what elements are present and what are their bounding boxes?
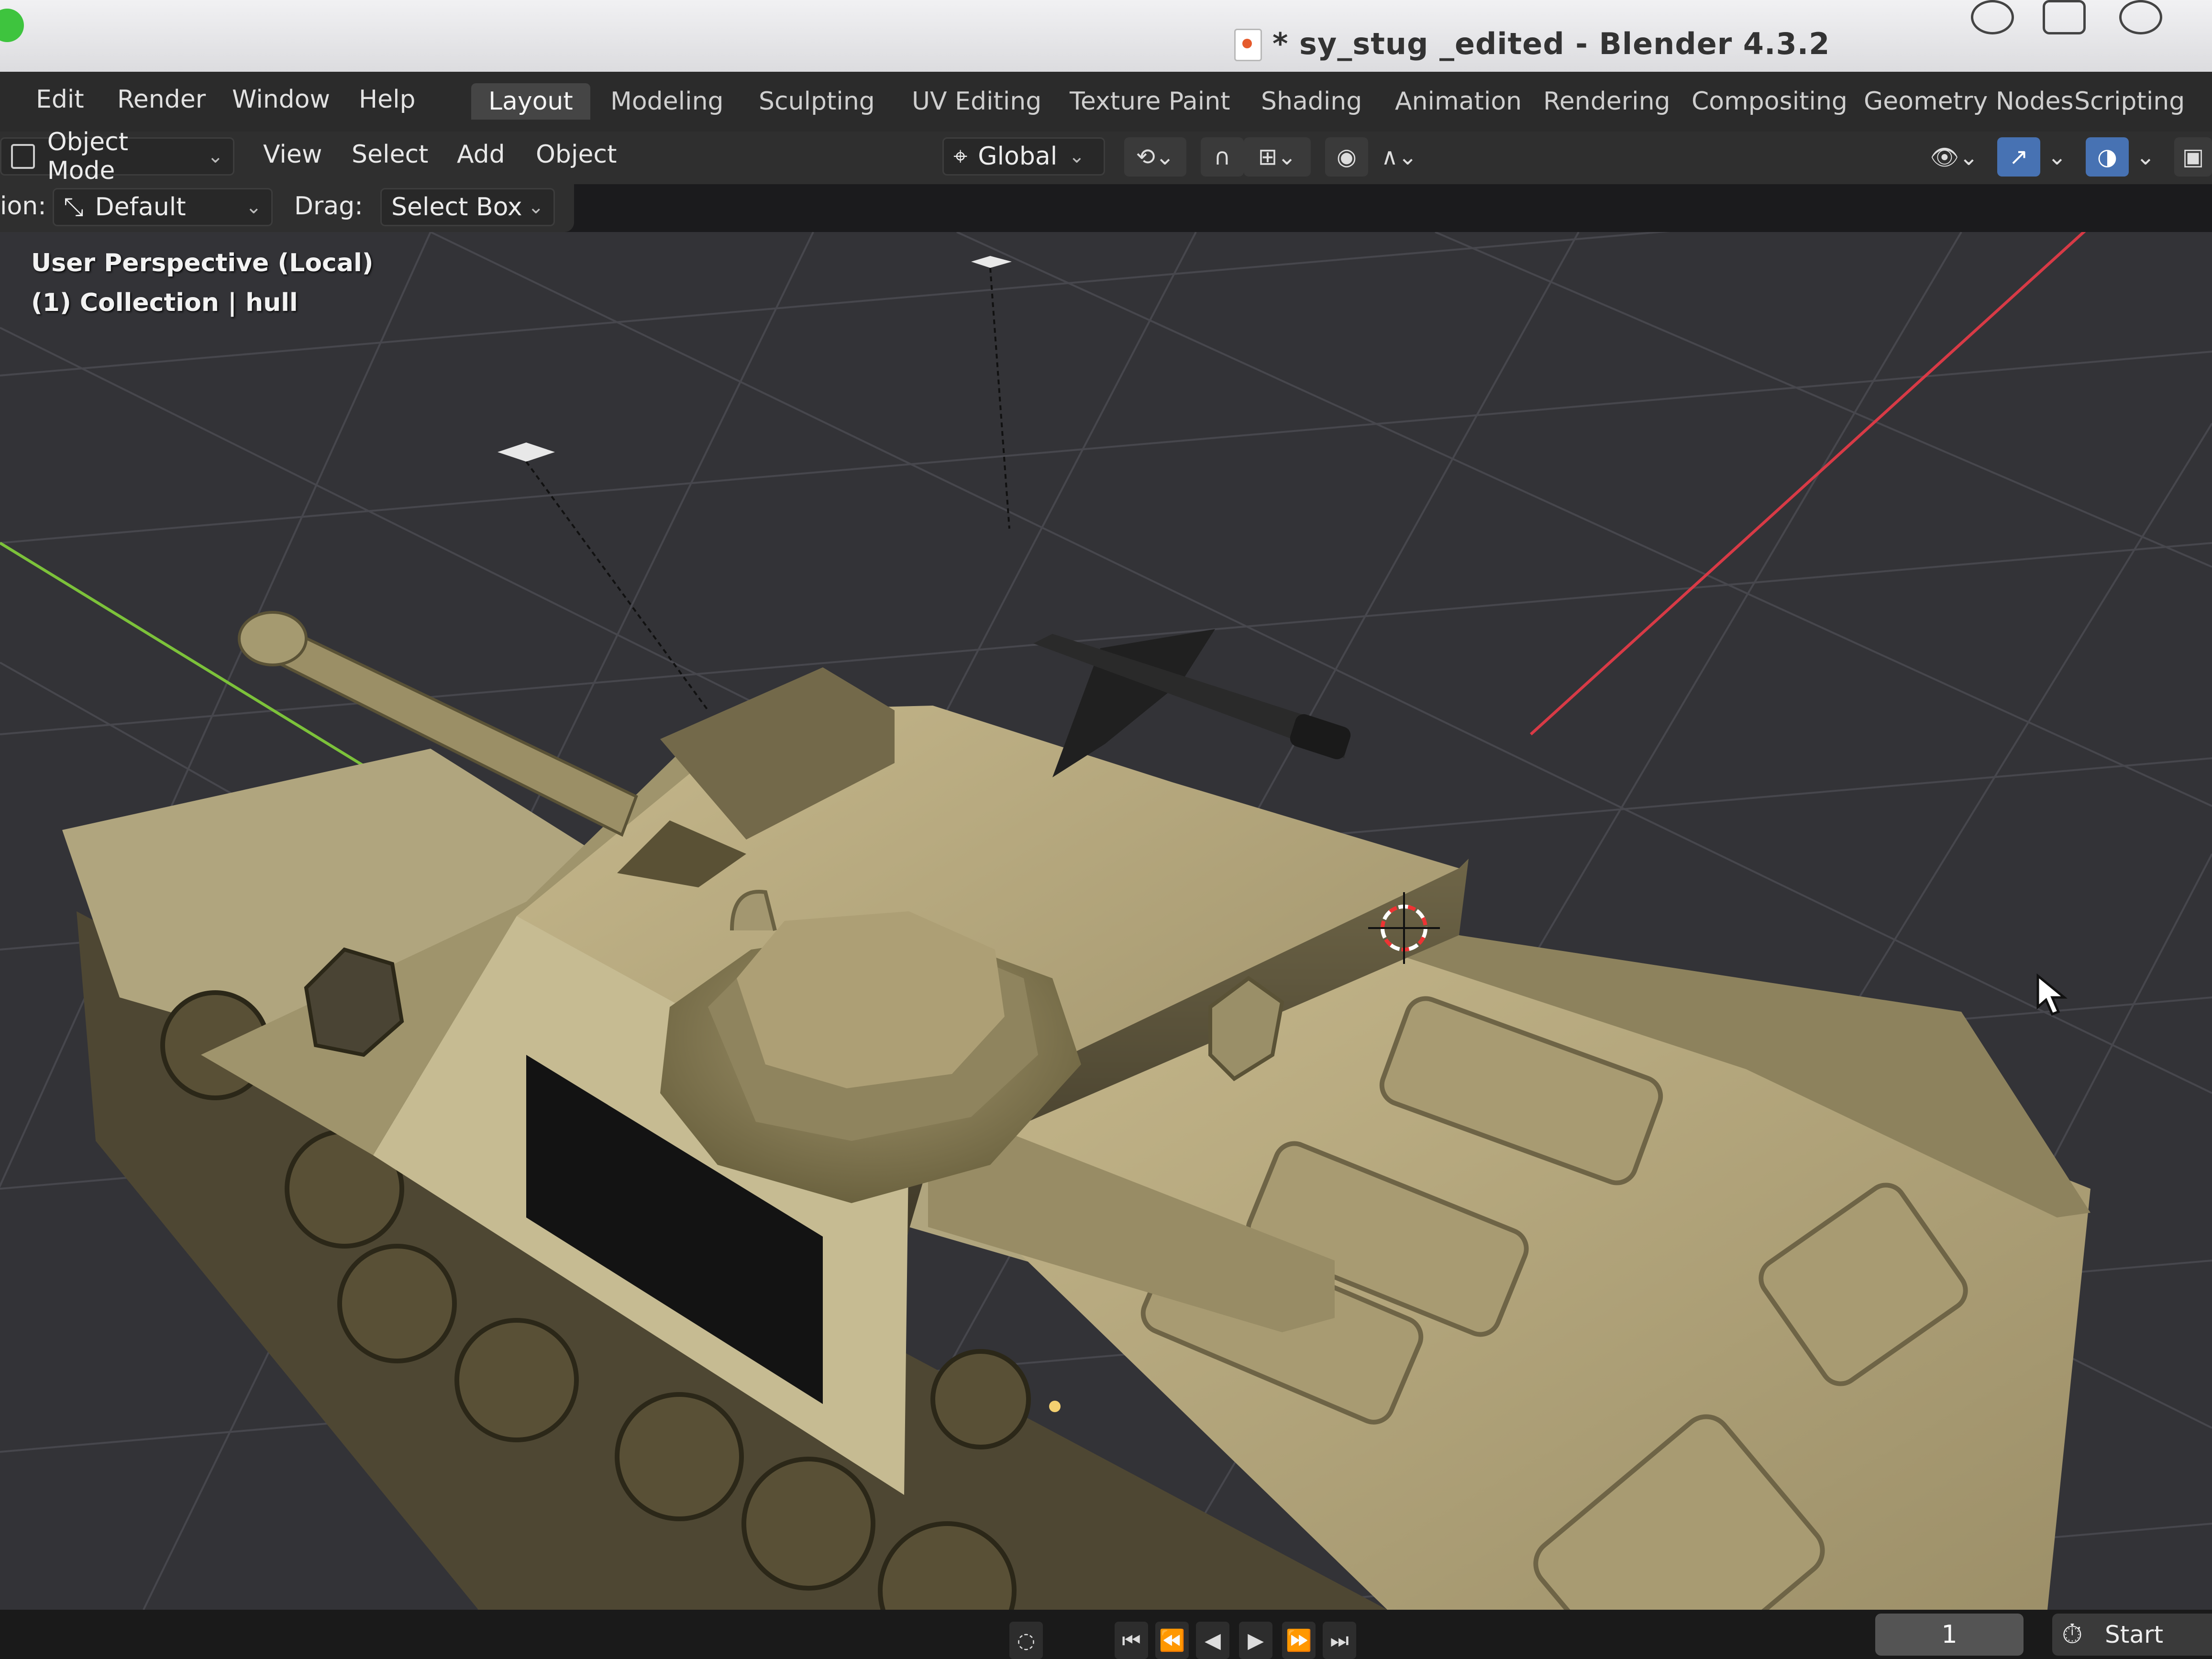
jump-end-icon[interactable]: ⏭: [1323, 1622, 1356, 1659]
openai-icon[interactable]: [1971, 0, 2014, 34]
chevron-down-icon[interactable]: ⌄: [2043, 137, 2071, 177]
muzzle-brake: [238, 611, 308, 666]
tab-shading[interactable]: Shading: [1244, 83, 1379, 120]
axis-icon: ⌖: [953, 142, 968, 171]
xray-icon[interactable]: ▣: [2174, 137, 2212, 177]
drag-label: Drag:: [294, 192, 363, 221]
collection-info-label: (1) Collection | hull: [31, 288, 298, 317]
visibility-icon[interactable]: 👁⌄: [1923, 137, 1985, 177]
current-frame-field[interactable]: 1: [1875, 1614, 2024, 1656]
header-menu-object[interactable]: Object: [536, 140, 617, 169]
clock-icon: ⏱: [2062, 1619, 2083, 1650]
header-menu-add[interactable]: Add: [457, 140, 505, 169]
mode-label: Object Mode: [47, 128, 129, 185]
tab-sculpting[interactable]: Sculpting: [741, 83, 892, 120]
sync-icon[interactable]: [2119, 0, 2162, 34]
timeline-bar: ◌ ⏮ ⏪ ◀ ▶ ⏩ ⏭ 1 ⏱ Start: [0, 1610, 2212, 1659]
title-bar: * sy_stug _edited - Blender 4.3.2: [0, 0, 2212, 72]
jump-start-icon[interactable]: ⏮: [1115, 1622, 1148, 1659]
chevron-down-icon: ⌄: [245, 196, 262, 218]
light-gizmo: [498, 442, 555, 462]
tab-animation[interactable]: Animation: [1378, 83, 1539, 120]
chevron-down-icon: ⌄: [1069, 145, 1085, 167]
window-icon[interactable]: [2043, 0, 2086, 34]
window-close-dot[interactable]: [0, 9, 24, 42]
tab-layout[interactable]: Layout: [471, 83, 590, 120]
next-keyframe-icon[interactable]: ⏩: [1282, 1622, 1316, 1659]
file-icon: [1234, 29, 1262, 61]
mode-dropdown[interactable]: Object Mode ⌄: [0, 128, 234, 185]
tab-rendering[interactable]: Rendering: [1526, 83, 1688, 120]
gizmo-icon[interactable]: ↗: [1997, 137, 2040, 177]
play-reverse-icon[interactable]: ◀: [1196, 1622, 1229, 1659]
header-menu-view[interactable]: View: [263, 140, 322, 169]
menu-render[interactable]: Render: [117, 85, 206, 114]
viewport-header: Object Mode ⌄ View Select Add Object ⌖ G…: [0, 128, 2212, 185]
proportional-edit-icon[interactable]: ◉: [1325, 137, 1368, 177]
snap-target-icon[interactable]: ⊞⌄: [1244, 137, 1311, 177]
overlay-icon[interactable]: ◑: [2086, 137, 2129, 177]
chevron-down-icon: ⌄: [528, 196, 544, 218]
menu-help[interactable]: Help: [359, 85, 416, 114]
drag-dropdown[interactable]: Select Box ⌄: [380, 188, 555, 226]
tab-texture-paint[interactable]: Texture Paint: [1052, 83, 1248, 120]
falloff-icon[interactable]: ∧⌄: [1368, 137, 1430, 177]
tab-geometry-nodes[interactable]: Geometry Nodes: [1847, 83, 2091, 120]
3d-viewport[interactable]: User Perspective (Local) (1) Collection …: [0, 232, 2212, 1610]
start-label: Start: [2105, 1621, 2164, 1648]
axis-icon: ⤡: [64, 192, 84, 221]
pivot-point-icon[interactable]: ⟲⌄: [1124, 137, 1186, 177]
menu-window[interactable]: Window: [232, 85, 330, 114]
orientation-label: Global: [978, 142, 1058, 171]
top-menu-bar: Edit Render Window Help Layout Modeling …: [0, 72, 2212, 132]
orientation-dropdown[interactable]: ⤡ Default ⌄: [53, 188, 273, 226]
play-icon[interactable]: ▶: [1239, 1622, 1272, 1659]
transform-orientation-dropdown[interactable]: ⌖ Global ⌄: [942, 137, 1105, 176]
mouse-cursor-icon: [2036, 973, 2068, 1016]
tab-uv-editing[interactable]: UV Editing: [895, 83, 1059, 120]
tab-scripting[interactable]: Scripting: [2057, 83, 2202, 120]
chevron-down-icon[interactable]: ⌄: [2131, 137, 2160, 177]
snap-icon[interactable]: ∩: [1201, 137, 1244, 177]
chevron-down-icon: ⌄: [207, 145, 223, 167]
drag-value: Select Box: [391, 193, 522, 221]
orientation-value: Default: [95, 193, 186, 221]
orientation-label: ion:: [0, 192, 46, 221]
header-menu-select[interactable]: Select: [352, 140, 428, 169]
start-frame-field[interactable]: ⏱ Start: [2052, 1614, 2212, 1656]
prev-keyframe-icon[interactable]: ⏪: [1155, 1622, 1189, 1659]
settings-icon[interactable]: ◌: [1009, 1622, 1043, 1659]
window-title: * sy_stug _edited - Blender 4.3.2: [1272, 26, 1830, 61]
menu-edit[interactable]: Edit: [36, 85, 84, 114]
tool-settings-bar: ion: ⤡ Default ⌄ Drag: Select Box ⌄: [0, 184, 574, 232]
tab-modeling[interactable]: Modeling: [593, 83, 741, 120]
cube-icon: [11, 144, 35, 169]
mg-scope: [1290, 714, 1351, 760]
tab-compositing[interactable]: Compositing: [1674, 83, 1865, 120]
viewport-scene: [0, 232, 2212, 1610]
object-origin: [1049, 1401, 1061, 1412]
view-name-label: User Perspective (Local): [31, 249, 374, 277]
light-gizmo: [971, 256, 1012, 268]
